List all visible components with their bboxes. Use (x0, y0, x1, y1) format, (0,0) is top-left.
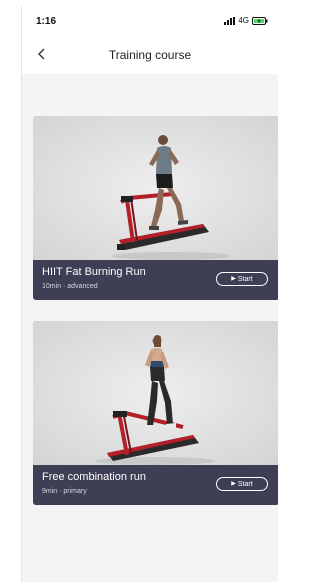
status-icons: 4G (224, 16, 268, 25)
course-card-hiit[interactable]: HIIT Fat Burning Run 10min · advanced ▶ … (33, 116, 278, 300)
course-title: HIIT Fat Burning Run (42, 266, 146, 278)
battery-charging-icon (252, 16, 268, 25)
start-button-label: Start (237, 480, 253, 488)
course-list: HIIT Fat Burning Run 10min · advanced ▶ … (22, 74, 278, 582)
course-card-free-combination[interactable]: Free combination run 9min · primary ▶ St… (33, 321, 278, 505)
course-image-man-running (33, 116, 278, 260)
start-button-label: Start (237, 275, 253, 283)
course-meta: 10min · advanced (42, 283, 98, 290)
network-label: 4G (238, 16, 249, 25)
signal-icon (224, 16, 236, 25)
start-button[interactable]: ▶ Start (216, 477, 268, 491)
play-icon: ▶ (231, 481, 236, 487)
status-time: 1:16 (36, 16, 57, 27)
course-meta: 9min · primary (42, 488, 87, 495)
course-card-footer: Free combination run 9min · primary ▶ St… (33, 465, 278, 505)
course-title: Free combination run (42, 471, 146, 483)
status-bar: 1:16 4G (22, 6, 278, 36)
play-icon: ▶ (231, 276, 236, 282)
app-screen: 1:16 4G Training course HIIT Fat Burning… (21, 6, 278, 582)
course-card-footer: HIIT Fat Burning Run 10min · advanced ▶ … (33, 260, 278, 300)
nav-bar: Training course (22, 36, 278, 74)
course-image-woman-walking (33, 321, 278, 465)
page-title: Training course (108, 48, 192, 62)
start-button[interactable]: ▶ Start (216, 272, 268, 286)
